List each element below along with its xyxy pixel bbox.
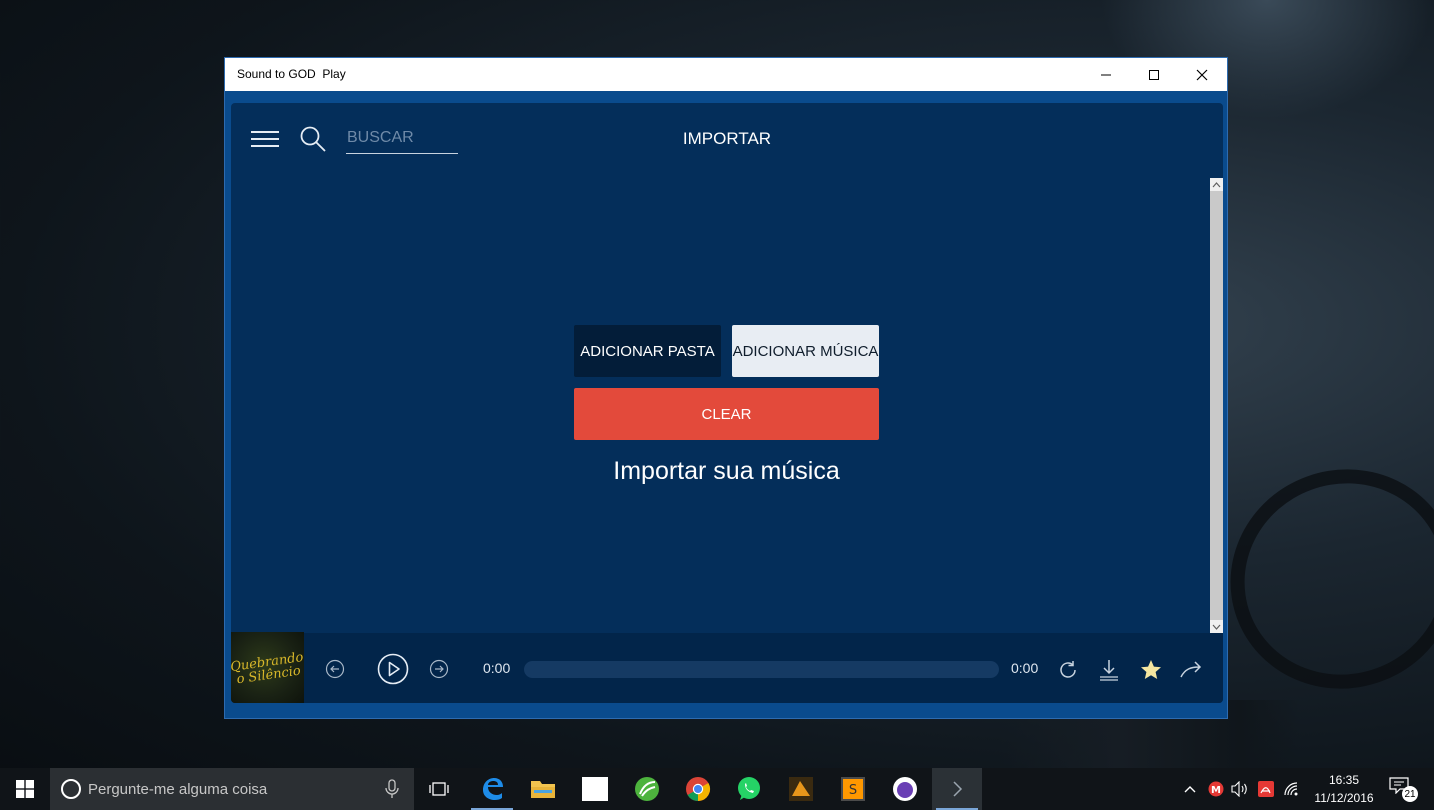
tray-antivirus[interactable]: M bbox=[1204, 768, 1228, 810]
vertical-scrollbar[interactable] bbox=[1210, 178, 1223, 633]
store-icon bbox=[582, 777, 608, 801]
chevron-up-icon bbox=[1212, 181, 1221, 187]
share-icon bbox=[1180, 661, 1202, 678]
forward-icon bbox=[429, 659, 449, 679]
scroll-down-button[interactable] bbox=[1210, 620, 1223, 633]
play-button[interactable] bbox=[377, 653, 409, 685]
app-window: Sound to GOD Play IMPORTAR bbox=[224, 57, 1228, 719]
page-title: IMPORTAR bbox=[682, 129, 772, 148]
maximize-icon bbox=[1149, 69, 1159, 80]
orange-app-icon bbox=[789, 777, 813, 801]
desktop-wallpaper-wheel bbox=[1199, 437, 1434, 721]
taskbar-edge[interactable] bbox=[467, 768, 517, 810]
title-bar[interactable]: Sound to GOD Play bbox=[225, 58, 1227, 91]
taskbar: Pergunte-me alguma coisa S M 16:35 11/12… bbox=[0, 768, 1434, 810]
leaf-app-icon bbox=[635, 777, 659, 801]
star-icon bbox=[1141, 660, 1161, 679]
cortana-icon bbox=[61, 779, 81, 799]
current-time: 0:00 bbox=[483, 660, 511, 676]
windows-logo-icon bbox=[16, 780, 34, 798]
acrobat-icon bbox=[1258, 781, 1274, 797]
taskbar-app-purple[interactable] bbox=[880, 768, 930, 810]
window-client-area: IMPORTAR ADICIONAR PASTA ADICIONAR MÚSIC… bbox=[225, 91, 1227, 718]
close-button[interactable] bbox=[1179, 58, 1225, 91]
antivirus-icon: M bbox=[1208, 781, 1224, 797]
hamburger-line bbox=[251, 138, 279, 140]
repeat-icon bbox=[1060, 661, 1076, 678]
cortana-search-box[interactable]: Pergunte-me alguma coisa bbox=[50, 768, 414, 810]
taskbar-app-green[interactable] bbox=[622, 768, 672, 810]
sound-to-god-icon bbox=[953, 781, 963, 797]
tray-volume[interactable] bbox=[1228, 768, 1252, 810]
task-view-icon bbox=[429, 782, 449, 796]
taskbar-clock[interactable]: 16:35 11/12/2016 bbox=[1306, 771, 1382, 807]
clear-button[interactable]: CLEAR bbox=[574, 388, 879, 440]
clock-date: 11/12/2016 bbox=[1314, 791, 1374, 805]
sublime-icon: S bbox=[841, 777, 865, 801]
menu-button[interactable] bbox=[251, 131, 279, 149]
chevron-down-icon bbox=[1212, 624, 1221, 630]
wifi-icon bbox=[1284, 782, 1298, 796]
taskbar-sublime[interactable]: S bbox=[828, 768, 878, 810]
maximize-button[interactable] bbox=[1131, 58, 1177, 91]
notification-badge: 21 bbox=[1402, 786, 1418, 802]
rewind-icon bbox=[325, 659, 345, 679]
total-time: 0:00 bbox=[1011, 660, 1039, 676]
album-logo-text: Quebrando o Silêncio bbox=[231, 649, 304, 687]
minimize-icon bbox=[1101, 74, 1111, 75]
svg-text:M: M bbox=[1211, 785, 1221, 796]
add-folder-button[interactable]: ADICIONAR PASTA bbox=[574, 325, 721, 377]
app-panel: IMPORTAR ADICIONAR PASTA ADICIONAR MÚSIC… bbox=[231, 103, 1223, 703]
tray-acrobat[interactable] bbox=[1254, 768, 1278, 810]
volume-icon bbox=[1231, 781, 1247, 797]
taskbar-file-explorer[interactable] bbox=[518, 768, 568, 810]
hamburger-line bbox=[251, 145, 279, 147]
tray-overflow-button[interactable] bbox=[1178, 768, 1202, 810]
play-icon bbox=[377, 653, 409, 685]
microphone-icon[interactable] bbox=[384, 779, 400, 799]
chrome-icon bbox=[686, 777, 711, 801]
start-button[interactable] bbox=[0, 768, 50, 810]
search-input[interactable] bbox=[346, 125, 458, 154]
purple-app-icon bbox=[893, 777, 917, 801]
taskbar-app-orange[interactable] bbox=[776, 768, 826, 810]
download-button[interactable] bbox=[1098, 658, 1120, 682]
clock-time: 16:35 bbox=[1328, 773, 1360, 787]
hamburger-line bbox=[251, 131, 279, 133]
cortana-placeholder: Pergunte-me alguma coisa bbox=[88, 781, 268, 798]
whatsapp-icon bbox=[738, 777, 760, 800]
taskbar-sound-to-god[interactable] bbox=[932, 768, 982, 810]
favorite-button[interactable] bbox=[1139, 658, 1163, 682]
rewind-button[interactable] bbox=[325, 659, 345, 679]
album-art[interactable]: Quebrando o Silêncio bbox=[231, 632, 304, 703]
player-bar: Quebrando o Silêncio 0:00 0:00 bbox=[231, 632, 1223, 703]
progress-bar[interactable] bbox=[524, 661, 999, 678]
search-icon[interactable] bbox=[299, 125, 327, 153]
task-view-button[interactable] bbox=[414, 768, 464, 810]
folder-icon bbox=[531, 781, 555, 798]
close-icon bbox=[1196, 69, 1208, 80]
tray-wifi[interactable] bbox=[1280, 768, 1304, 810]
edge-icon bbox=[483, 778, 503, 800]
window-title: Sound to GOD Play bbox=[237, 67, 346, 81]
share-button[interactable] bbox=[1179, 659, 1205, 681]
taskbar-whatsapp[interactable] bbox=[724, 768, 774, 810]
minimize-button[interactable] bbox=[1083, 58, 1129, 91]
svg-text:S: S bbox=[849, 783, 857, 798]
taskbar-chrome[interactable] bbox=[673, 768, 723, 810]
action-center-button[interactable]: 21 bbox=[1388, 776, 1422, 802]
scroll-up-button[interactable] bbox=[1210, 178, 1223, 191]
add-music-button[interactable]: ADICIONAR MÚSICA bbox=[732, 325, 879, 377]
taskbar-store[interactable] bbox=[570, 768, 620, 810]
import-hint-text: Importar sua música bbox=[613, 457, 840, 485]
forward-button[interactable] bbox=[429, 659, 449, 679]
repeat-button[interactable] bbox=[1057, 659, 1079, 681]
chevron-up-icon bbox=[1184, 786, 1196, 793]
download-icon bbox=[1100, 660, 1118, 681]
